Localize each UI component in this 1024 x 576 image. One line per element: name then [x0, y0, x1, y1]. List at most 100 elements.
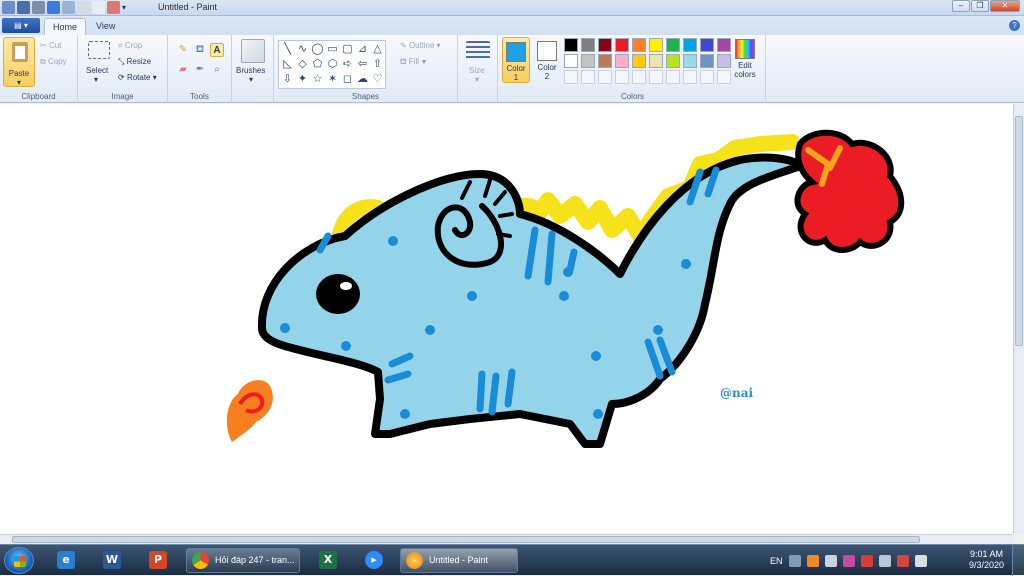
palette-color-swatch[interactable] — [649, 54, 663, 68]
horizontal-scrollbar[interactable] — [0, 534, 1013, 544]
text-tool-icon[interactable]: A — [210, 43, 224, 57]
palette-color-swatch[interactable] — [615, 38, 629, 52]
palette-color-swatch[interactable] — [564, 54, 578, 68]
chevron-down-icon[interactable]: ▾ — [475, 75, 479, 84]
outline-button[interactable]: ✎ Outline ▾ — [400, 41, 441, 50]
vertical-scroll-thumb[interactable] — [1015, 116, 1023, 346]
shape-rounded-rectangle[interactable]: ▢ — [340, 42, 355, 57]
word-taskbar-button[interactable]: W — [92, 548, 132, 573]
zoom-taskbar-button[interactable]: ▸ — [354, 548, 394, 573]
shape-six-point-star[interactable]: ✶ — [325, 72, 340, 87]
shape-curve[interactable]: ∿ — [295, 42, 310, 57]
shape-hexagon[interactable]: ⬡ — [325, 57, 340, 72]
clock[interactable]: 9:01 AM 9/3/2020 — [969, 549, 1004, 571]
shape-oval[interactable]: ◯ — [310, 42, 325, 57]
cut-button[interactable]: ✂ Cut — [40, 41, 61, 50]
palette-color-swatch[interactable] — [683, 54, 697, 68]
excel-taskbar-button[interactable]: X — [308, 548, 348, 573]
palette-empty-slot[interactable] — [632, 70, 646, 84]
shape-line[interactable]: ╲ — [280, 42, 295, 57]
paste-button[interactable]: Paste ▾ — [3, 37, 35, 87]
redo-icon[interactable] — [62, 1, 75, 14]
vietkey-icon[interactable] — [860, 554, 873, 567]
palette-color-swatch[interactable] — [564, 38, 578, 52]
ie-taskbar-button[interactable]: e — [46, 548, 86, 573]
unikey-icon[interactable] — [842, 554, 855, 567]
fill-button[interactable]: ⛾ Fill ▾ — [400, 57, 427, 67]
magnifier-icon[interactable]: ⌕ — [210, 63, 224, 77]
palette-empty-slot[interactable] — [683, 70, 697, 84]
powerpoint-taskbar-button[interactable]: P — [138, 548, 178, 573]
edit-colors-button[interactable]: Edit colors — [730, 39, 760, 79]
palette-empty-slot[interactable] — [598, 70, 612, 84]
crop-button[interactable]: ⌗ Crop — [118, 41, 142, 51]
shape-left-arrow[interactable]: ⇦ — [355, 57, 370, 72]
show-desktop-button[interactable] — [1012, 545, 1024, 576]
palette-empty-slot[interactable] — [564, 70, 578, 84]
brush-icon[interactable] — [241, 39, 265, 63]
palette-color-swatch[interactable] — [649, 38, 663, 52]
brushes-button[interactable]: Brushes — [236, 66, 265, 75]
shape-cloud-callout[interactable]: ☁ — [355, 72, 370, 87]
palette-color-swatch[interactable] — [700, 54, 714, 68]
flash-icon[interactable] — [806, 554, 819, 567]
shape-pentagon[interactable]: ⬠ — [310, 57, 325, 72]
print-icon[interactable] — [32, 1, 45, 14]
shape-triangle[interactable]: △ — [370, 42, 385, 57]
paint-task[interactable]: Untitled - Paint — [400, 548, 518, 573]
palette-empty-slot[interactable] — [666, 70, 680, 84]
palette-color-swatch[interactable] — [581, 54, 595, 68]
palette-empty-slot[interactable] — [700, 70, 714, 84]
palette-color-swatch[interactable] — [615, 54, 629, 68]
palette-color-swatch[interactable] — [632, 38, 646, 52]
new-icon[interactable] — [77, 1, 90, 14]
undo-icon[interactable] — [47, 1, 60, 14]
eraser-icon[interactable] — [107, 1, 120, 14]
pencil-icon[interactable]: ✎ — [176, 43, 190, 57]
maximize-button[interactable]: ❐ — [971, 0, 989, 12]
palette-color-swatch[interactable] — [717, 54, 731, 68]
chevron-down-icon[interactable]: ▾ — [94, 75, 98, 84]
shape-five-point-star[interactable]: ☆ — [310, 72, 325, 87]
chrome-task[interactable]: Hỏi đáp 247 - tran... — [186, 548, 300, 573]
palette-color-swatch[interactable] — [700, 38, 714, 52]
paint-app-icon[interactable] — [2, 1, 15, 14]
shape-up-arrow[interactable]: ⇧ — [370, 57, 385, 72]
start-button[interactable] — [4, 547, 34, 574]
palette-color-swatch[interactable] — [581, 38, 595, 52]
tab-home[interactable]: Home — [44, 18, 87, 35]
palette-empty-slot[interactable] — [615, 70, 629, 84]
resize-button[interactable]: ⤡ Resize — [118, 57, 151, 67]
fill-bucket-icon[interactable]: ⛾ — [193, 43, 207, 57]
speaker-icon[interactable] — [824, 554, 837, 567]
signal-icon[interactable] — [878, 554, 891, 567]
palette-color-swatch[interactable] — [632, 54, 646, 68]
file-menu-button[interactable]: ▤ ▾ — [2, 18, 40, 33]
size-button[interactable]: Size — [469, 66, 485, 75]
shape-four-point-star[interactable]: ✦ — [295, 72, 310, 87]
palette-empty-slot[interactable] — [717, 70, 731, 84]
palette-color-swatch[interactable] — [666, 38, 680, 52]
shape-diamond[interactable]: ◇ — [295, 57, 310, 72]
eraser-tool-icon[interactable]: ▰ — [176, 63, 190, 77]
open-icon[interactable] — [92, 1, 105, 14]
color-picker-icon[interactable]: ✒ — [193, 63, 207, 77]
shape-callout[interactable]: ◻ — [340, 72, 355, 87]
shape-right-arrow[interactable]: ➪ — [340, 57, 355, 72]
palette-color-swatch[interactable] — [683, 38, 697, 52]
canvas[interactable]: @nai — [0, 104, 1013, 534]
shape-right-triangle[interactable]: ◺ — [280, 57, 295, 72]
help-icon[interactable]: ? — [1009, 20, 1020, 31]
volume-icon[interactable] — [914, 554, 927, 567]
action-center-icon[interactable] — [896, 554, 909, 567]
minimize-button[interactable]: – — [952, 0, 970, 12]
close-button[interactable]: ✕ — [990, 0, 1020, 12]
select-button[interactable]: Select — [86, 66, 108, 75]
shape-polygon[interactable]: ⊿ — [355, 42, 370, 57]
palette-empty-slot[interactable] — [649, 70, 663, 84]
save-icon[interactable] — [17, 1, 30, 14]
palette-color-swatch[interactable] — [666, 54, 680, 68]
shape-rectangle[interactable]: ▭ — [325, 42, 340, 57]
chevron-down-icon[interactable]: ▾ — [249, 75, 253, 84]
palette-color-swatch[interactable] — [717, 38, 731, 52]
